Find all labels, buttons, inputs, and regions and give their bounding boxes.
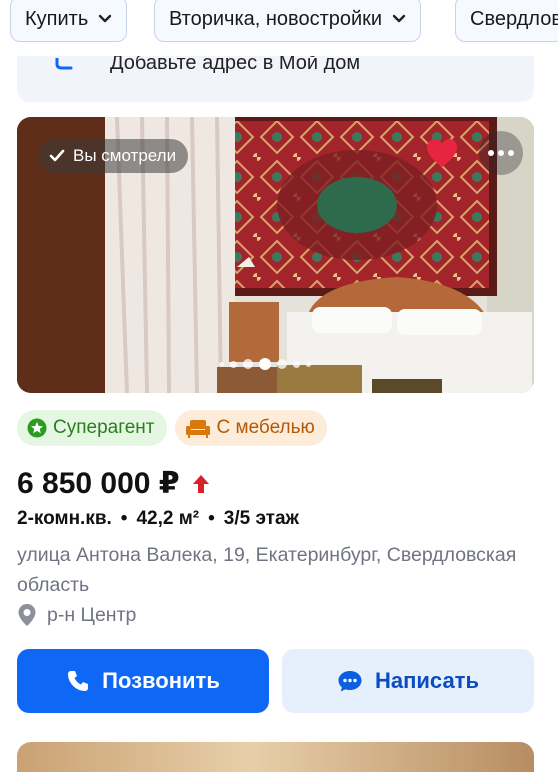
pagination-dot — [230, 360, 237, 368]
write-label: Написать — [375, 668, 479, 693]
filter-bar: Купить Вторичка, новостройки Свердловска… — [0, 0, 558, 46]
listing-photo[interactable]: Вы смотрели — [17, 117, 534, 393]
param-floor: 3/5 этаж — [223, 508, 300, 529]
filter-deal-type-label: Купить — [25, 7, 89, 30]
add-address-banner[interactable]: Добавьте адрес в Мой дом — [17, 56, 534, 102]
pagination-dot — [277, 359, 287, 369]
filter-market-type[interactable]: Вторичка, новостройки — [154, 0, 422, 42]
param-area: 42,2 м² — [136, 508, 200, 529]
filter-market-type-label: Вторичка, новостройки — [169, 7, 383, 30]
furniture-label: С мебелью — [216, 417, 315, 438]
star-badge-icon — [27, 418, 47, 438]
chevron-down-icon — [392, 14, 406, 23]
heart-icon[interactable] — [425, 137, 459, 171]
listing-badges: Суперагент С мебелью — [17, 410, 327, 446]
listing-address: улица Антона Валека, 19, Екатеринбург, С… — [17, 544, 517, 596]
filter-region[interactable]: Свердловская — [455, 0, 558, 42]
superagent-badge: Суперагент — [17, 410, 167, 446]
call-label: Позвонить — [102, 668, 220, 693]
pagination-dot — [293, 360, 300, 368]
photo-pagination — [219, 357, 311, 371]
next-listing-photo[interactable] — [17, 742, 534, 772]
banner-text: Добавьте адрес в Мой дом — [110, 56, 361, 74]
district-label: р-н Центр — [47, 603, 137, 626]
param-separator: • — [208, 508, 215, 529]
filter-deal-type[interactable]: Купить — [10, 0, 128, 42]
check-icon — [49, 149, 65, 162]
param-separator: • — [120, 508, 128, 529]
more-dots-icon — [488, 150, 514, 156]
write-button[interactable]: Написать — [282, 649, 534, 713]
listing-params: 2-комн.кв. • 42,2 м² • 3/5 этаж — [17, 508, 299, 530]
chat-bubble-icon — [338, 671, 362, 692]
viewed-badge: Вы смотрели — [39, 139, 189, 173]
param-rooms: 2-комн.кв. — [17, 508, 112, 529]
listing-district: р-н Центр — [17, 603, 136, 627]
pagination-dot — [219, 361, 224, 367]
pagination-dot — [243, 359, 253, 369]
listing-price: 6 850 000 ₽ — [17, 466, 210, 501]
viewed-label: Вы смотрели — [73, 146, 177, 165]
superagent-label: Суперагент — [53, 417, 155, 438]
price-up-arrow-icon — [192, 474, 209, 493]
pagination-dot-active — [259, 358, 271, 370]
phone-icon — [68, 671, 89, 691]
house-icon — [55, 58, 73, 70]
furniture-badge: С мебелью — [174, 410, 327, 446]
pagination-dot — [306, 361, 311, 367]
chevron-down-icon — [99, 14, 112, 23]
location-pin-icon — [18, 604, 36, 626]
filter-region-label: Свердловская — [470, 7, 558, 30]
price-value: 6 850 000 ₽ — [17, 467, 180, 500]
call-button[interactable]: Позвонить — [17, 649, 269, 713]
sofa-icon — [185, 420, 210, 438]
more-options-button[interactable] — [479, 131, 523, 175]
